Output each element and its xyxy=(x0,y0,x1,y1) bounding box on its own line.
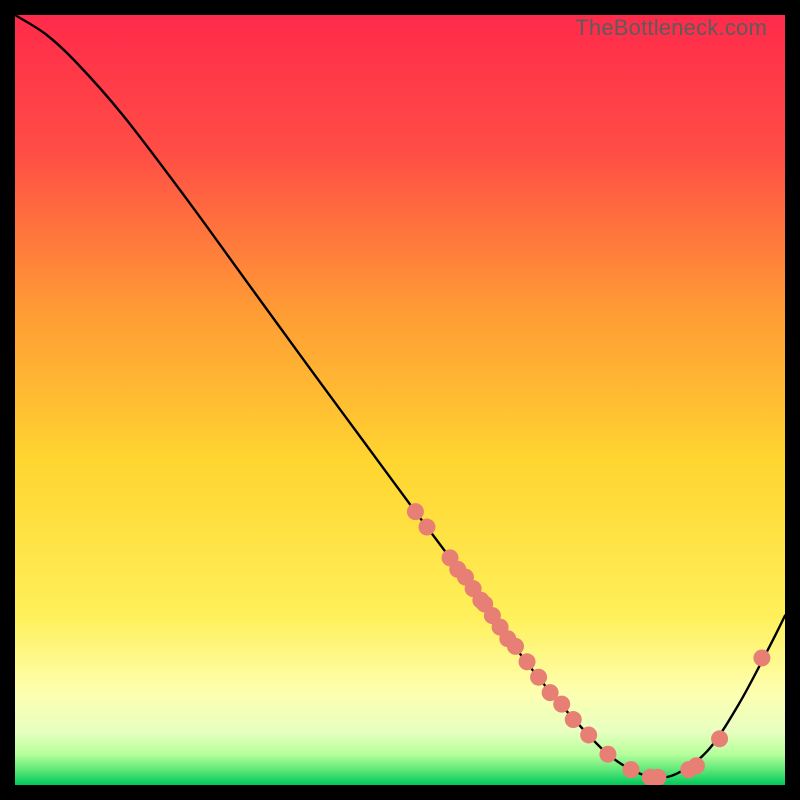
data-point xyxy=(418,519,435,536)
gradient-background xyxy=(15,15,785,785)
data-point xyxy=(580,726,597,743)
data-point xyxy=(649,769,666,785)
data-point xyxy=(407,503,424,520)
data-point xyxy=(507,638,524,655)
data-point xyxy=(599,746,616,763)
bottleneck-curve-plot xyxy=(15,15,785,785)
chart-frame: TheBottleneck.com xyxy=(15,15,785,785)
data-point xyxy=(623,761,640,778)
watermark-text: TheBottleneck.com xyxy=(575,15,767,41)
data-point xyxy=(530,669,547,686)
data-point xyxy=(553,696,570,713)
data-point xyxy=(753,649,770,666)
data-point xyxy=(688,757,705,774)
data-point xyxy=(519,653,536,670)
data-point xyxy=(565,711,582,728)
data-point xyxy=(711,730,728,747)
